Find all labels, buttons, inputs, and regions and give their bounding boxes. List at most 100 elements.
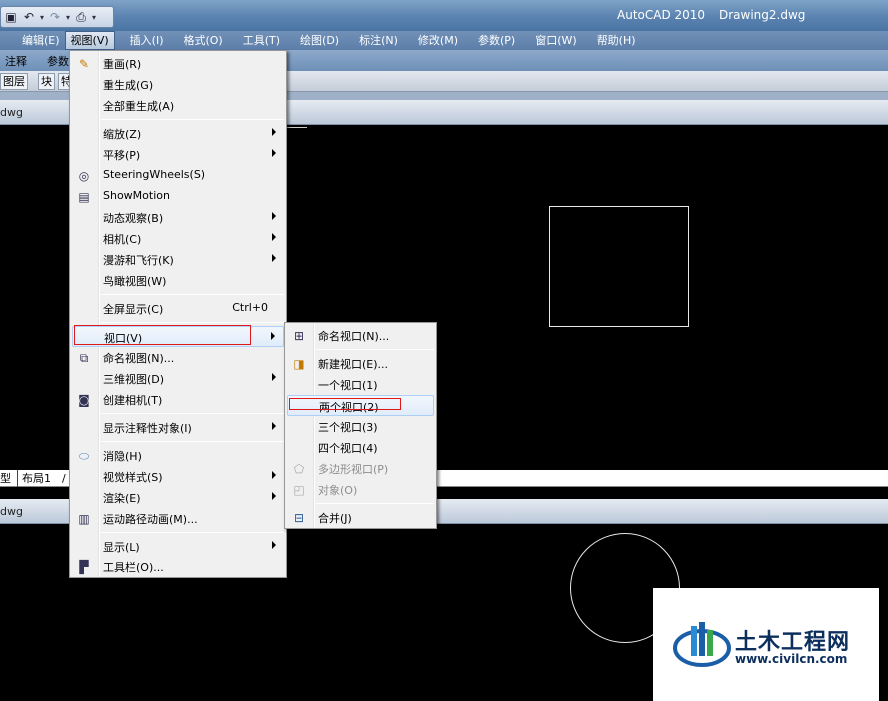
pencil-icon: ✎ <box>78 57 90 71</box>
submenu-arrow-icon <box>271 332 275 340</box>
menu-draw[interactable]: 绘图(D) <box>295 31 344 50</box>
crosshair-line <box>287 127 307 128</box>
menu-item-regen[interactable]: 重生成(G) <box>72 74 284 95</box>
ribbon-cell-block[interactable]: 块 <box>38 73 55 90</box>
menu-separator <box>101 119 284 120</box>
highlight-box-viewports <box>74 325 251 345</box>
named-view-icon: ⧉ <box>79 350 89 365</box>
menu-item-four-viewports[interactable]: 四个视口(4) <box>287 437 434 458</box>
viewports-submenu: ⊞ 命名视口(N)... ◨ 新建视口(E)... 一个视口(1) 两个视口(2… <box>284 322 437 529</box>
named-viewports-icon: ⊞ <box>293 329 305 343</box>
menu-separator <box>101 413 284 414</box>
print-icon[interactable]: ⎙ <box>73 9 89 25</box>
submenu-arrow-icon <box>272 471 276 479</box>
submenu-arrow-icon <box>272 541 276 549</box>
menu-item-regen-all[interactable]: 全部重生成(A) <box>72 95 284 116</box>
top-viewport-name: dwg <box>0 106 23 119</box>
drawn-rectangle[interactable] <box>549 206 689 327</box>
menu-item-named-views[interactable]: ⧉ 命名视图(N)... <box>72 347 284 368</box>
toolbar-icon: ▛ <box>79 560 89 574</box>
menu-item-3d-views[interactable]: 三维视图(D) <box>72 368 284 389</box>
menu-tools[interactable]: 工具(T) <box>238 31 285 50</box>
civilcn-logo-icon <box>673 622 731 667</box>
menu-window[interactable]: 窗口(W) <box>530 31 581 50</box>
hide-icon: ⬭ <box>78 448 90 463</box>
menu-item-aerial-view[interactable]: 鸟瞰视图(W) <box>72 270 284 291</box>
menu-separator <box>316 503 434 504</box>
menu-parametric[interactable]: 参数(P) <box>473 31 520 50</box>
title-bar: ▣ ↶ ▾ ↷ ▾ ⎙ ▾ AutoCAD 2010 Drawing2.dwg <box>0 0 888 31</box>
redo-dropdown-icon[interactable]: ▾ <box>65 13 71 22</box>
qat-customize-icon[interactable]: ▾ <box>91 13 97 22</box>
watermark: 土木工程网 www.civilcn.com <box>653 588 879 701</box>
tab-layout1[interactable]: 布局1 <box>17 470 51 487</box>
menu-item-walk-fly[interactable]: 漫游和飞行(K) <box>72 249 284 270</box>
new-viewport-icon: ◨ <box>293 357 305 371</box>
menu-separator <box>101 294 284 295</box>
submenu-arrow-icon <box>272 149 276 157</box>
menu-item-steeringwheels[interactable]: ◎ SteeringWheels(S) <box>72 165 284 186</box>
menu-item-redraw[interactable]: ✎ 重画(R) <box>72 53 284 74</box>
menu-format[interactable]: 格式(O) <box>178 31 227 50</box>
menu-item-new-viewports[interactable]: ◨ 新建视口(E)... <box>287 353 434 374</box>
menu-separator <box>101 441 284 442</box>
menu-edit[interactable]: 编辑(E) <box>17 31 65 50</box>
menu-separator <box>316 349 434 350</box>
menu-item-zoom[interactable]: 缩放(Z) <box>72 123 284 144</box>
menu-view[interactable]: 视图(V) <box>64 31 115 50</box>
menu-item-annotative-objects[interactable]: 显示注释性对象(I) <box>72 417 284 438</box>
view-menu-dropdown: ✎ 重画(R) 重生成(G) 全部重生成(A) 缩放(Z) 平移(P) ◎ St… <box>69 50 287 578</box>
quick-access-toolbar: ▣ ↶ ▾ ↷ ▾ ⎙ ▾ <box>0 6 114 28</box>
menu-item-pan[interactable]: 平移(P) <box>72 144 284 165</box>
menu-separator <box>101 322 284 323</box>
menu-dimension[interactable]: 标注(N) <box>354 31 403 50</box>
menu-item-one-viewport[interactable]: 一个视口(1) <box>287 374 434 395</box>
submenu-arrow-icon <box>272 373 276 381</box>
submenu-arrow-icon <box>272 422 276 430</box>
submenu-arrow-icon <box>272 492 276 500</box>
menu-item-motion-path[interactable]: ▥ 运动路径动画(M)... <box>72 508 284 529</box>
menu-item-three-viewports[interactable]: 三个视口(3) <box>287 416 434 437</box>
menu-item-object-viewport[interactable]: ◰ 对象(O) <box>287 479 434 500</box>
menu-item-render[interactable]: 渲染(E) <box>72 487 284 508</box>
camera-icon: ◙ <box>78 393 90 407</box>
object-viewport-icon: ◰ <box>293 483 305 497</box>
menu-item-create-camera[interactable]: ◙ 创建相机(T) <box>72 389 284 410</box>
tab-model[interactable]: 型 <box>0 470 11 487</box>
join-icon: ⊟ <box>293 511 305 525</box>
menu-item-visual-styles[interactable]: 视觉样式(S) <box>72 466 284 487</box>
ribbon-cell-layers[interactable]: 图层 <box>0 73 28 90</box>
undo-icon[interactable]: ↶ <box>21 9 37 25</box>
submenu-arrow-icon <box>272 128 276 136</box>
menu-item-showmotion[interactable]: ▤ ShowMotion <box>72 186 284 207</box>
submenu-arrow-icon <box>272 233 276 241</box>
menu-item-named-viewports[interactable]: ⊞ 命名视口(N)... <box>287 325 434 346</box>
menu-bar: 编辑(E) 视图(V) 插入(I) 格式(O) 工具(T) 绘图(D) 标注(N… <box>0 31 888 50</box>
polygon-viewport-icon: ⬠ <box>293 462 305 476</box>
menu-item-hide[interactable]: ⬭ 消隐(H) <box>72 445 284 466</box>
undo-dropdown-icon[interactable]: ▾ <box>39 13 45 22</box>
document-title: Drawing2.dwg <box>719 8 806 22</box>
tab-layout2[interactable]: / <box>62 470 66 487</box>
menu-item-polygonal-viewport[interactable]: ⬠ 多边形视口(P) <box>287 458 434 479</box>
menu-item-toolbars[interactable]: ▛ 工具栏(O)... <box>72 556 284 577</box>
bottom-viewport-name: dwg <box>0 505 23 518</box>
menu-modify[interactable]: 修改(M) <box>413 31 463 50</box>
menu-item-display[interactable]: 显示(L) <box>72 536 284 557</box>
menu-item-camera[interactable]: 相机(C) <box>72 228 284 249</box>
ribbon-tab-parametric[interactable]: 参数 <box>47 53 69 69</box>
menu-item-join[interactable]: ⊟ 合并(J) <box>287 507 434 528</box>
watermark-url: www.civilcn.com <box>735 652 848 666</box>
menu-insert[interactable]: 插入(I) <box>125 31 169 50</box>
menu-separator <box>101 532 284 533</box>
redo-icon[interactable]: ↷ <box>47 9 63 25</box>
motion-path-icon: ▥ <box>78 512 90 526</box>
menu-item-clean-screen[interactable]: 全屏显示(C) Ctrl+0 <box>72 298 284 319</box>
ribbon-tab-annotate[interactable]: 注释 <box>5 53 27 69</box>
steering-wheel-icon: ◎ <box>78 169 90 183</box>
menu-help[interactable]: 帮助(H) <box>592 31 641 50</box>
menu-item-orbit[interactable]: 动态观察(B) <box>72 207 284 228</box>
submenu-arrow-icon <box>272 212 276 220</box>
submenu-arrow-icon <box>272 254 276 262</box>
save-icon[interactable]: ▣ <box>3 9 19 25</box>
